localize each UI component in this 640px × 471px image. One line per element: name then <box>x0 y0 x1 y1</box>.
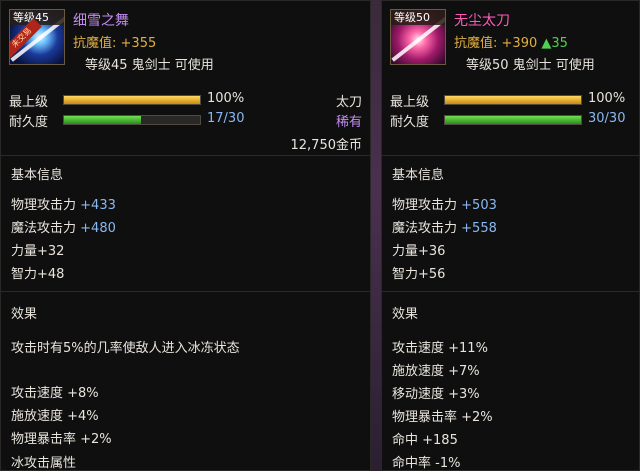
durability-label: 耐久度 <box>390 115 430 130</box>
grade-bar <box>63 95 201 105</box>
stat-label: 物理攻击力 <box>392 198 458 213</box>
effect-line: 物理暴击率 +2% <box>11 432 112 447</box>
divider <box>382 155 639 156</box>
rarity-label: 稀有 <box>335 115 362 130</box>
requirement-text: 等级50 鬼剑士 可使用 <box>466 58 595 73</box>
durability-value: 30/30 <box>588 111 626 126</box>
grade-bar <box>444 95 582 105</box>
icon-level-label: 等级50 <box>391 10 445 25</box>
stat-label: 魔法攻击力 <box>11 221 77 236</box>
resist-number: +390 <box>501 36 538 51</box>
phys-attack-line: 物理攻击力 +433 <box>11 194 116 213</box>
divider <box>1 155 370 156</box>
weapon-type: 太刀 <box>335 95 362 110</box>
effect-line: 施放速度 +4% <box>11 409 99 424</box>
basic-info-title: 基本信息 <box>392 168 445 183</box>
grade-label: 最上级 <box>390 95 430 110</box>
resist-label: 抗魔值: <box>454 36 498 51</box>
effect-line: 命中 +185 <box>392 433 458 448</box>
resist-number: +355 <box>120 36 157 51</box>
item-tooltip-left: 等级45 未交易 细雪之舞 抗魔值: +355 等级45 鬼剑士 可使用 最上级… <box>0 0 371 471</box>
sword-item-icon: 等级45 未交易 <box>9 9 65 65</box>
effect-line: 攻击速度 +11% <box>392 341 488 356</box>
grade-percent: 100% <box>207 91 245 106</box>
effect-line: 命中率 -1% <box>392 456 461 471</box>
strength-line: 力量+36 <box>392 244 446 259</box>
stat-value: +503 <box>461 198 497 213</box>
stat-value: +433 <box>80 198 116 213</box>
item-header: 等级45 未交易 细雪之舞 抗魔值: +355 等级45 鬼剑士 可使用 <box>1 1 370 81</box>
grade-percent: 100% <box>588 91 626 106</box>
durability-value: 17/30 <box>207 111 245 126</box>
sword-item-icon: 等级50 <box>390 9 446 65</box>
intelligence-line: 智力+56 <box>392 267 446 282</box>
grade-label: 最上级 <box>9 95 49 110</box>
effect-line: 冰攻击属性 <box>11 456 77 471</box>
effect-title: 效果 <box>11 307 38 322</box>
magic-attack-line: 魔法攻击力 +480 <box>11 217 116 236</box>
effect-line: 施放速度 +7% <box>392 364 480 379</box>
durability-bar-fill <box>64 116 142 124</box>
requirement-text: 等级45 鬼剑士 可使用 <box>85 58 214 73</box>
effect-title: 效果 <box>392 307 419 322</box>
effect-line: 攻击速度 +8% <box>11 386 99 401</box>
stat-label: 物理攻击力 <box>11 198 77 213</box>
stat-value: +558 <box>461 221 497 236</box>
item-name: 无尘太刀 <box>454 13 510 29</box>
divider <box>382 291 639 292</box>
resist-value: 抗魔值: +390 ▲35 <box>454 32 568 51</box>
resist-label: 抗魔值: <box>73 36 117 51</box>
divider <box>1 291 370 292</box>
stat-label: 魔法攻击力 <box>392 221 458 236</box>
effect-line: 移动速度 +3% <box>392 387 480 402</box>
item-header: 等级50 无尘太刀 抗魔值: +390 ▲35 等级50 鬼剑士 可使用 <box>382 1 639 81</box>
effect-description: 攻击时有5%的几率使敌人进入冰冻状态 <box>11 341 240 356</box>
durability-bar <box>444 115 582 125</box>
durability-bar <box>63 115 201 125</box>
item-name: 细雪之舞 <box>73 13 129 29</box>
phys-attack-line: 物理攻击力 +503 <box>392 194 497 213</box>
resist-value: 抗魔值: +355 <box>73 32 156 51</box>
intelligence-line: 智力+48 <box>11 267 65 282</box>
durability-bar-fill <box>445 116 581 124</box>
price-label: 12,750金币 <box>290 138 363 153</box>
effect-line: 物理暴击率 +2% <box>392 410 493 425</box>
durability-label: 耐久度 <box>9 115 49 130</box>
resist-increase: ▲35 <box>541 36 568 51</box>
grade-bar-fill <box>445 96 581 104</box>
item-tooltip-right: 等级50 无尘太刀 抗魔值: +390 ▲35 等级50 鬼剑士 可使用 最上级… <box>381 0 640 471</box>
basic-info-title: 基本信息 <box>11 168 64 183</box>
grade-bar-fill <box>64 96 200 104</box>
magic-attack-line: 魔法攻击力 +558 <box>392 217 497 236</box>
strength-line: 力量+32 <box>11 244 65 259</box>
stat-value: +480 <box>80 221 116 236</box>
